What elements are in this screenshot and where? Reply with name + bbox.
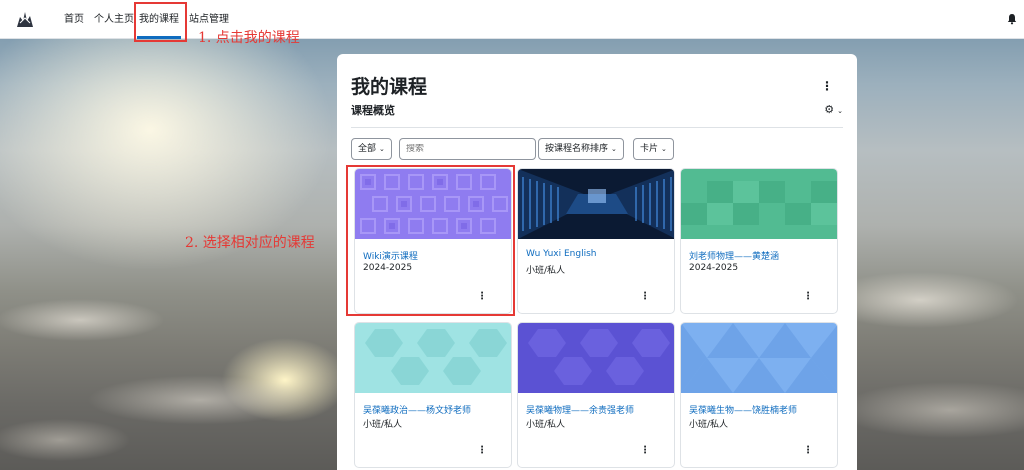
course-name[interactable]: 吴葆曦政治——杨文妤老师 xyxy=(363,403,471,416)
course-card[interactable]: 吴葆曦生物——饶胜楠老师 小班/私人 ⋮ xyxy=(680,322,838,468)
course-name[interactable]: 吴葆曦生物——饶胜楠老师 xyxy=(689,403,797,416)
course-menu-icon[interactable]: ⋮ xyxy=(477,445,487,456)
course-card[interactable]: 吴葆曦政治——杨文妤老师 小班/私人 ⋮ xyxy=(354,322,512,468)
search-input[interactable] xyxy=(406,144,526,154)
annotation-step1: 1. 点击我的课程 xyxy=(198,30,300,46)
view-dropdown[interactable]: 卡片 ⌄ xyxy=(633,138,674,160)
course-category: 小班/私人 xyxy=(363,420,403,430)
site-logo-icon[interactable] xyxy=(14,9,36,29)
divider xyxy=(351,127,843,128)
course-menu-icon[interactable]: ⋮ xyxy=(803,445,813,456)
chevron-down-icon: ⌄ xyxy=(661,145,667,153)
status-filter-dropdown[interactable]: 全部 ⌄ xyxy=(351,138,392,160)
notification-bell-icon[interactable] xyxy=(1006,13,1018,25)
annotation-box-my-courses xyxy=(134,2,187,42)
course-card[interactable]: 吴葆曦物理——余贵强老师 小班/私人 ⋮ xyxy=(517,322,675,468)
page-actions-icon[interactable]: ⋮ xyxy=(821,80,833,92)
course-card[interactable]: Wu Yuxi English 小班/私人 ⋮ xyxy=(517,168,675,314)
annotation-step2: 2. 选择相对应的课程 xyxy=(185,235,315,251)
chevron-down-icon: ⌄ xyxy=(837,107,843,115)
course-name[interactable]: 刘老师物理——黄楚涵 xyxy=(689,249,779,262)
course-menu-icon[interactable]: ⋮ xyxy=(803,291,813,302)
course-image[interactable] xyxy=(681,169,837,239)
settings-gear-icon[interactable]: ⚙ ⌄ xyxy=(824,103,843,116)
nav-home[interactable]: 首页 xyxy=(64,0,84,39)
annotation-box-course xyxy=(346,165,515,316)
status-filter-label: 全部 xyxy=(358,144,377,154)
sort-label: 按课程名称排序 xyxy=(545,144,609,154)
course-name[interactable]: 吴葆曦物理——余贵强老师 xyxy=(526,403,634,416)
course-image[interactable] xyxy=(518,169,674,239)
nav-dashboard[interactable]: 个人主页 xyxy=(94,0,134,39)
course-category: 小班/私人 xyxy=(526,266,566,276)
section-title: 课程概览 xyxy=(351,104,395,117)
course-image[interactable] xyxy=(681,323,837,393)
view-label: 卡片 xyxy=(640,144,659,154)
course-menu-icon[interactable]: ⋮ xyxy=(640,445,650,456)
chevron-down-icon: ⌄ xyxy=(379,145,385,153)
search-field[interactable] xyxy=(399,138,536,160)
course-category: 2024-2025 xyxy=(689,263,739,273)
course-card[interactable]: 刘老师物理——黄楚涵 2024-2025 ⋮ xyxy=(680,168,838,314)
course-image[interactable] xyxy=(355,323,511,393)
course-image[interactable] xyxy=(518,323,674,393)
course-menu-icon[interactable]: ⋮ xyxy=(640,291,650,302)
chevron-down-icon: ⌄ xyxy=(611,145,617,153)
page-title: 我的课程 xyxy=(351,76,428,98)
course-category: 小班/私人 xyxy=(526,420,566,430)
course-category: 小班/私人 xyxy=(689,420,729,430)
sort-dropdown[interactable]: 按课程名称排序 ⌄ xyxy=(538,138,624,160)
course-name[interactable]: Wu Yuxi English xyxy=(526,249,597,259)
